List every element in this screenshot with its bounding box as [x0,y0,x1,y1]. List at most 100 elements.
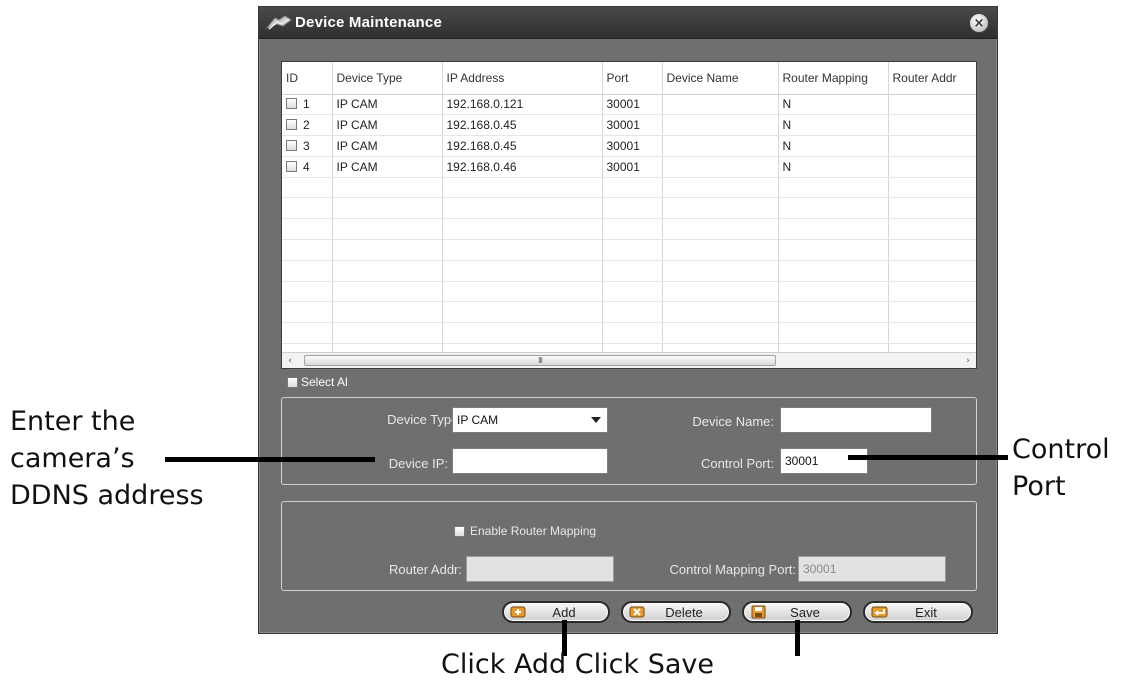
column-header-ip-address[interactable]: IP Address [442,62,603,95]
device-table: ID Device Type IP Address Port Device Na… [281,61,977,369]
row-device-name [662,114,779,137]
table-row[interactable]: 2 IP CAM 192.168.0.45 30001 N [282,114,976,137]
select-all[interactable]: Select Al [287,375,348,389]
table-header: ID Device Type IP Address Port Device Na… [282,62,976,95]
row-router-mapping: N [778,135,889,157]
row-router-mapping: N [778,94,889,116]
router-mapping-group: Enable Router Mapping Router Addr: Contr… [281,501,977,591]
device-name-label: Device Name: [692,414,774,429]
annotation-pointer-control-port [848,455,1008,460]
control-mapping-port-label: Control Mapping Port: [669,562,796,577]
add-label: Add [552,604,576,620]
empty-row [282,281,976,303]
row-device-name [662,135,779,157]
app-logo-icon [265,15,292,30]
save-label: Save [790,604,820,620]
horizontal-scrollbar[interactable]: ‹ III › [282,352,976,368]
empty-row [282,322,976,345]
annotation-line: DDNS address [10,480,204,511]
row-port: 30001 [602,114,663,137]
device-ip-input[interactable] [452,448,608,474]
device-name-input[interactable] [780,407,932,433]
device-settings-group: Device Type: IP CAM Device Name: Device … [281,397,977,485]
row-router-addr [888,135,976,157]
row-device-type: IP CAM [332,114,443,137]
row-ip-address: 192.168.0.46 [442,156,603,178]
row-router-mapping: N [778,114,889,137]
annotation-line: Control [1012,434,1110,465]
row-device-name [662,94,779,116]
save-disk-icon [751,605,766,619]
column-header-device-name[interactable]: Device Name [662,62,779,95]
delete-x-icon [629,606,645,618]
empty-row [282,218,976,241]
row-router-mapping: N [778,156,889,178]
control-port-label: Control Port: [701,456,774,471]
delete-button[interactable]: Delete [621,601,731,623]
close-button[interactable]: × [969,13,989,33]
title-bar[interactable]: Device Maintenance × [259,7,997,39]
row-port: 30001 [602,156,663,178]
row-id: 4 [303,159,310,174]
device-type-select[interactable]: IP CAM [452,407,608,433]
row-device-type: IP CAM [332,156,443,178]
column-header-router-addr[interactable]: Router Addr [888,62,976,95]
delete-label: Delete [665,604,703,620]
row-id-cell: 4 [282,156,333,178]
exit-arrow-icon [871,606,888,618]
row-checkbox[interactable] [286,98,297,110]
exit-button[interactable]: Exit [863,601,973,623]
row-ip-address: 192.168.0.45 [442,114,603,137]
row-port: 30001 [602,94,663,116]
column-header-device-type[interactable]: Device Type [332,62,443,95]
empty-row [282,260,976,282]
row-id: 3 [303,138,310,153]
annotation-pointer-save [795,620,800,656]
row-router-addr [888,94,976,116]
scroll-thumb[interactable]: III [304,355,776,366]
row-ip-address: 192.168.0.121 [442,94,603,116]
row-id: 1 [303,97,310,112]
annotation-pointer-device-ip [165,457,375,462]
row-checkbox[interactable] [286,119,297,131]
router-addr-label: Router Addr: [389,562,462,577]
row-device-type: IP CAM [332,94,443,116]
scroll-left-arrow-icon[interactable]: ‹ [282,353,298,368]
table-row[interactable]: 3 IP CAM 192.168.0.45 30001 N [282,135,976,157]
scroll-right-arrow-icon[interactable]: › [960,353,976,368]
annotation-click-add-save: Click Add Click Save [441,649,714,680]
column-header-id[interactable]: ID [282,62,333,95]
device-maintenance-window: Device Maintenance × ID Device Type IP A… [258,6,998,634]
row-router-addr [888,114,976,137]
device-type-label: Device Type: [387,412,462,427]
row-checkbox[interactable] [286,139,297,151]
select-all-label: Select Al [301,375,348,389]
window-title: Device Maintenance [295,14,442,31]
device-type-value: IP CAM [457,413,499,427]
annotation-control-port: Control Port [1012,431,1110,505]
control-mapping-port-input[interactable]: 30001 [798,556,946,582]
control-port-input[interactable]: 30001 [780,448,868,474]
row-device-type: IP CAM [332,135,443,157]
exit-label: Exit [915,604,937,620]
plus-icon [510,606,526,618]
table-row[interactable]: 1 IP CAM 192.168.0.121 30001 N [282,94,976,116]
enable-router-mapping-checkbox[interactable] [454,525,465,537]
column-header-port[interactable]: Port [602,62,663,95]
table-row[interactable]: 4 IP CAM 192.168.0.46 30001 N [282,156,976,178]
row-device-name [662,156,779,178]
empty-row [282,197,976,220]
annotation-line: Enter the [10,406,136,437]
enable-router-mapping-label: Enable Router Mapping [470,524,597,538]
column-header-router-mapping[interactable]: Router Mapping [778,62,889,95]
row-id-cell: 3 [282,135,333,157]
enable-router-mapping[interactable]: Enable Router Mapping [454,524,596,538]
select-all-checkbox[interactable] [287,376,298,388]
row-port: 30001 [602,135,663,157]
row-checkbox[interactable] [286,160,297,172]
add-button[interactable]: Add [502,601,610,623]
empty-row [282,239,976,261]
router-addr-input[interactable] [466,556,614,582]
row-ip-address: 192.168.0.45 [442,135,603,157]
row-id-cell: 1 [282,94,333,116]
